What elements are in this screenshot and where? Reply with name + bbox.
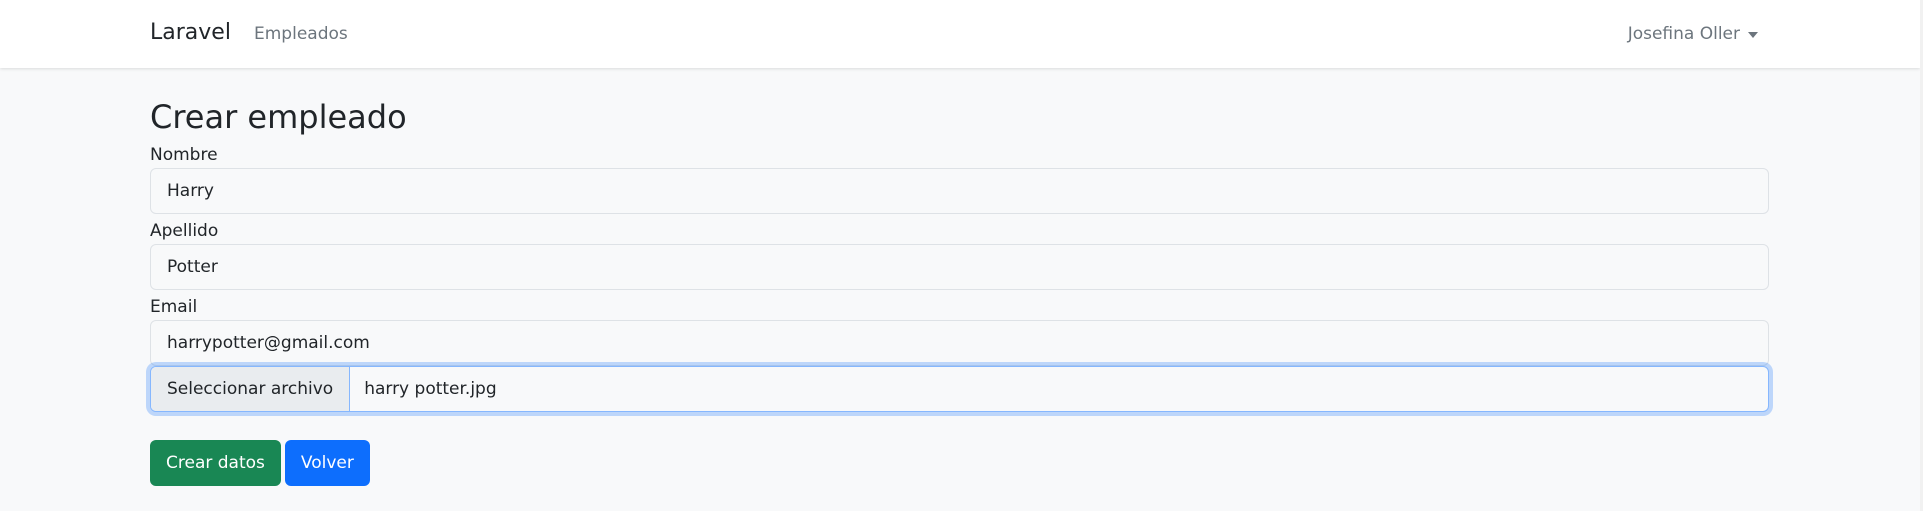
caret-down-icon — [1748, 32, 1758, 38]
back-button[interactable]: Volver — [284, 440, 370, 486]
nav-link-empleados[interactable]: Empleados — [254, 22, 348, 46]
navbar: Laravel Empleados Josefina Oller — [0, 0, 1920, 68]
email-label: Email — [150, 297, 198, 317]
brand-link[interactable]: Laravel — [150, 19, 231, 47]
file-input[interactable]: Seleccionar archivo harry potter.jpg — [150, 366, 1769, 412]
page-title: Crear empleado — [150, 98, 407, 136]
form-actions: Crear datos Volver — [150, 440, 1769, 486]
user-name: Josefina Oller — [1627, 24, 1740, 44]
email-input[interactable] — [150, 320, 1769, 366]
main-content: Crear empleado Nombre Apellido Email Sel… — [150, 96, 1769, 486]
selected-file-name: harry potter.jpg — [364, 379, 497, 399]
apellido-input[interactable] — [150, 244, 1769, 290]
create-button[interactable]: Crear datos — [150, 440, 281, 486]
apellido-label: Apellido — [150, 221, 219, 241]
user-dropdown[interactable]: Josefina Oller — [1628, 22, 1758, 46]
select-file-button[interactable]: Seleccionar archivo — [151, 367, 351, 411]
nombre-input[interactable] — [150, 168, 1769, 214]
nombre-label: Nombre — [150, 145, 218, 165]
